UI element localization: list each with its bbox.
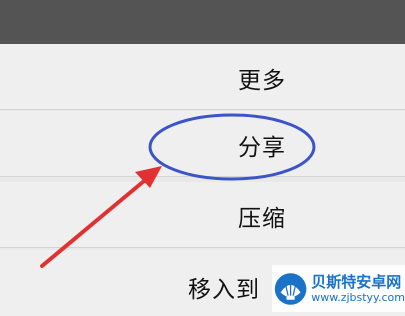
menu-item-label: 分享 bbox=[238, 135, 286, 161]
menu-item-compress[interactable]: 压缩 bbox=[0, 182, 405, 248]
shell-logo-icon bbox=[274, 272, 307, 305]
menu-item-label: 更多 bbox=[238, 68, 286, 94]
menu-item-share[interactable]: 分享 bbox=[0, 111, 405, 177]
watermark-url: www.zjbstyy.com bbox=[311, 290, 405, 304]
menu-item-more[interactable]: 更多 bbox=[0, 44, 405, 110]
watermark: 贝斯特安卓网 www.zjbstyy.com bbox=[272, 265, 405, 312]
top-bar bbox=[0, 0, 405, 44]
menu-item-label: 移入到 bbox=[188, 277, 260, 303]
watermark-name: 贝斯特安卓网 bbox=[311, 272, 402, 291]
menu-item-label: 压缩 bbox=[238, 206, 286, 232]
